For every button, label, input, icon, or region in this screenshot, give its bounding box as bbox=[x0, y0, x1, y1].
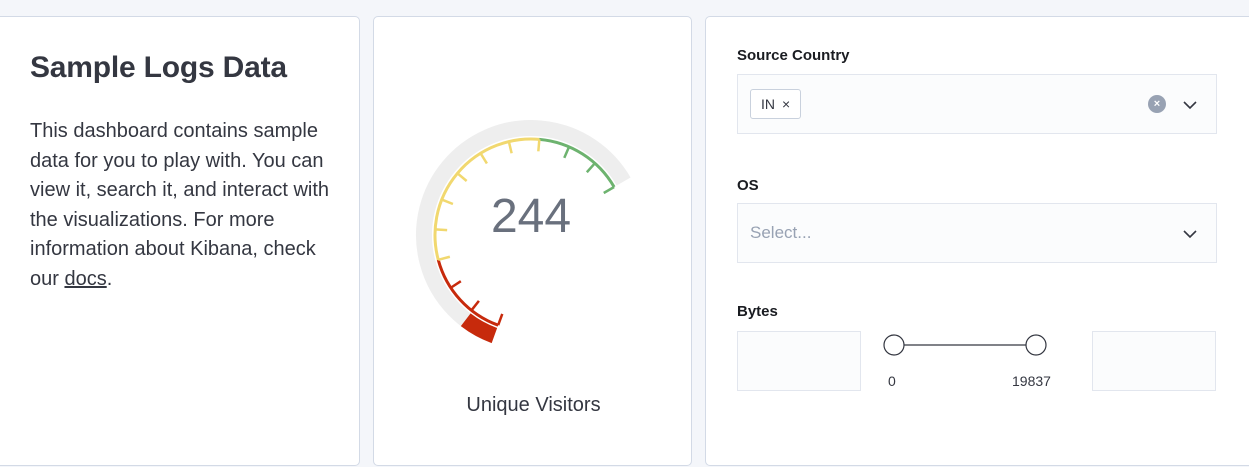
range-handle-min[interactable] bbox=[883, 334, 905, 356]
markdown-body: This dashboard contains sample data for … bbox=[30, 117, 350, 295]
gauge-tick bbox=[435, 228, 448, 232]
chevron-down-icon[interactable] bbox=[1182, 226, 1198, 242]
docs-link[interactable]: docs bbox=[64, 268, 106, 290]
markdown-body-text: This dashboard contains sample data for … bbox=[30, 120, 330, 290]
gauge-tick bbox=[537, 139, 541, 152]
markdown-body-tail: . bbox=[106, 267, 113, 290]
clear-selection-icon[interactable]: × bbox=[1148, 95, 1166, 113]
source-country-label: Source Country bbox=[737, 47, 850, 64]
markdown-title: Sample Logs Data bbox=[30, 51, 287, 84]
gauge-tick bbox=[450, 280, 462, 289]
gauge-panel: 244 Unique Visitors bbox=[373, 16, 692, 466]
range-max-label: 19837 bbox=[1012, 373, 1051, 389]
gauge-value: 244 bbox=[491, 190, 571, 243]
gauge-tick bbox=[437, 255, 451, 262]
bytes-range-slider[interactable] bbox=[876, 331, 1056, 371]
gauge-tick bbox=[585, 162, 596, 174]
gauge-tick bbox=[441, 198, 454, 206]
selected-country-pill: IN × bbox=[750, 89, 802, 119]
controls-panel: Source Country IN × × OS Select... Bytes… bbox=[705, 16, 1249, 466]
bytes-label: Bytes bbox=[737, 303, 778, 320]
gauge-tick bbox=[496, 313, 504, 326]
gauge-tick bbox=[456, 172, 468, 182]
bytes-min-input[interactable] bbox=[737, 331, 861, 391]
bytes-max-input[interactable] bbox=[1092, 331, 1216, 391]
os-combobox[interactable]: Select... bbox=[737, 203, 1217, 263]
gauge-tick bbox=[563, 146, 571, 159]
selected-country-text: IN bbox=[761, 96, 775, 112]
os-label: OS bbox=[737, 177, 759, 194]
range-handle-max[interactable] bbox=[1025, 334, 1047, 356]
remove-country-icon[interactable]: × bbox=[782, 96, 790, 112]
os-placeholder: Select... bbox=[750, 223, 812, 242]
gauge-tick bbox=[479, 152, 488, 165]
gauge-tick bbox=[603, 185, 615, 195]
source-country-combobox[interactable]: IN × × bbox=[737, 74, 1217, 134]
gauge-label: Unique Visitors bbox=[466, 394, 601, 416]
range-min-label: 0 bbox=[888, 373, 896, 389]
markdown-panel: Sample Logs Data This dashboard contains… bbox=[0, 16, 360, 466]
gauge-tick bbox=[470, 300, 480, 312]
gauge-tick bbox=[507, 141, 513, 154]
chevron-down-icon[interactable] bbox=[1182, 97, 1198, 113]
